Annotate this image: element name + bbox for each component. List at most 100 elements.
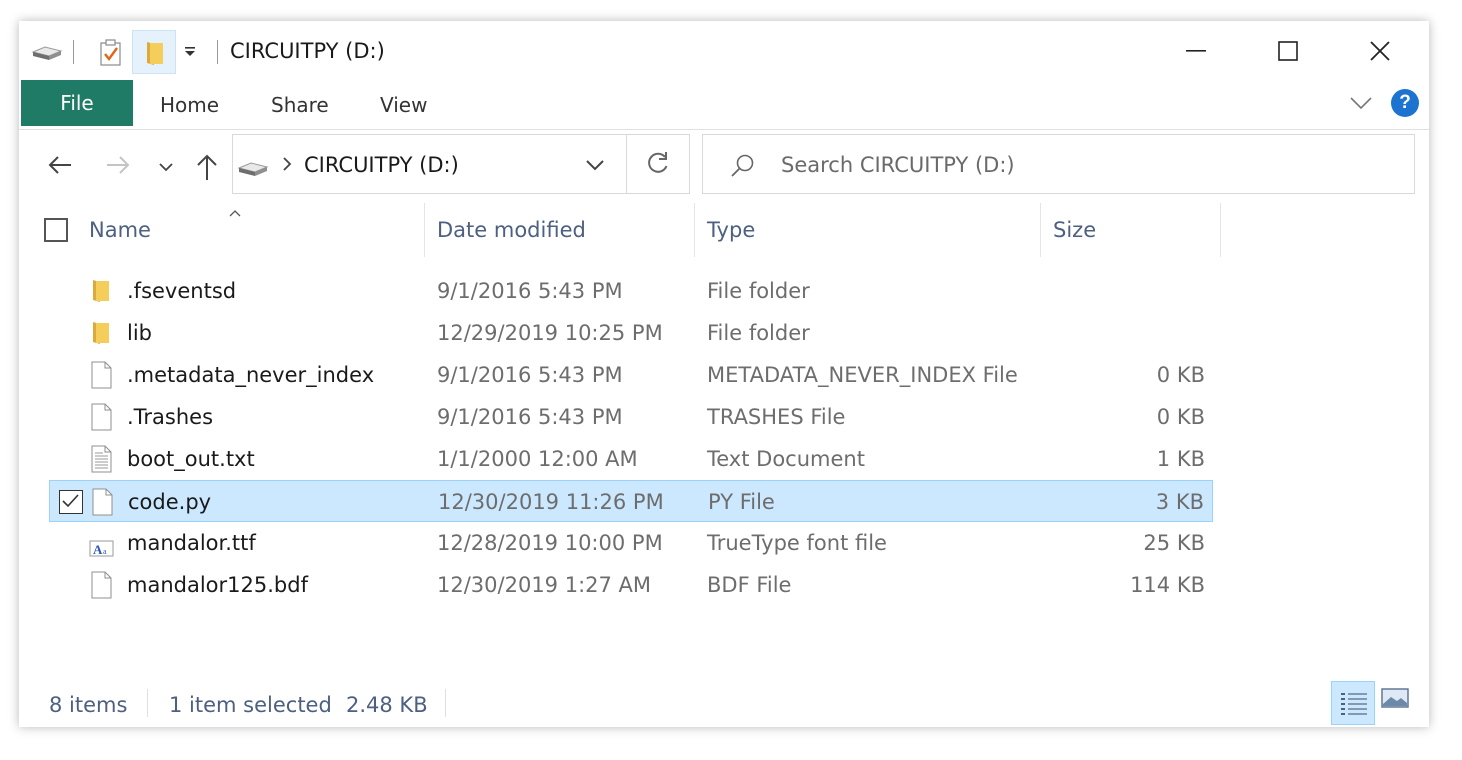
details-view-button[interactable] (1331, 681, 1375, 725)
column-divider[interactable] (1220, 203, 1221, 257)
file-name: .fseventsd (127, 279, 237, 303)
select-all-checkbox[interactable] (44, 218, 68, 242)
close-button[interactable] (1356, 33, 1402, 67)
up-arrow-icon[interactable] (195, 153, 219, 185)
file-icon (90, 488, 114, 520)
tab-share[interactable]: Share (271, 93, 329, 117)
file-size: 25 KB (1143, 531, 1205, 555)
file-icon (89, 571, 113, 603)
column-header-row: Name Date modified Type Size (19, 201, 1429, 259)
window-title: CIRCUITPY (D:) (230, 39, 385, 63)
row-checkbox[interactable] (59, 490, 83, 514)
file-size: 1 KB (1156, 447, 1205, 471)
column-divider[interactable] (1040, 203, 1041, 257)
large-icons-view-icon[interactable] (1381, 687, 1409, 713)
file-date-modified: 12/30/2019 11:26 PM (438, 490, 664, 514)
file-row[interactable]: lib 12/29/2019 10:25 PM File folder (49, 312, 1213, 354)
back-arrow-icon[interactable] (47, 155, 73, 179)
tab-home[interactable]: Home (160, 93, 219, 117)
file-type: METADATA_NEVER_INDEX File (707, 363, 1018, 387)
address-bar[interactable]: CIRCUITPY (D:) (232, 134, 690, 194)
qat-separator (73, 40, 74, 64)
help-button[interactable]: ? (1391, 89, 1419, 117)
status-bar: 8 items 1 item selected 2.48 KB (19, 681, 1429, 727)
search-icon (729, 153, 755, 183)
file-name: lib (127, 321, 152, 345)
column-header-size[interactable]: Size (1053, 218, 1096, 242)
column-header-name[interactable]: Name (89, 218, 151, 242)
file-row[interactable]: Aa mandalor.ttf 12/28/2019 10:00 PM True… (49, 522, 1213, 564)
font-file-icon: Aa (89, 529, 115, 561)
forward-arrow-icon[interactable] (105, 155, 131, 179)
status-divider (445, 689, 446, 717)
column-header-type[interactable]: Type (707, 218, 755, 242)
tab-view[interactable]: View (380, 93, 427, 117)
file-size: 0 KB (1156, 405, 1205, 429)
folder-icon (89, 277, 113, 309)
file-icon (89, 361, 113, 393)
recent-locations-chevron-icon[interactable] (158, 159, 174, 178)
drive-icon[interactable] (31, 43, 63, 67)
drive-icon (237, 159, 269, 183)
file-name: .Trashes (127, 405, 214, 429)
navigation-bar: CIRCUITPY (D:) (19, 133, 1429, 197)
minimize-button[interactable] (1172, 33, 1218, 67)
file-row[interactable]: boot_out.txt 1/1/2000 12:00 AM Text Docu… (49, 438, 1213, 480)
search-input[interactable] (781, 151, 1381, 179)
qat-separator (217, 40, 218, 64)
file-type: TRASHES File (707, 405, 846, 429)
refresh-button[interactable] (626, 134, 690, 194)
tab-file[interactable]: File (21, 80, 133, 126)
column-header-date-modified[interactable]: Date modified (437, 218, 586, 242)
explorer-window: CIRCUITPY (D:) File Home Share View ? CI… (19, 21, 1429, 727)
search-box[interactable] (702, 134, 1415, 194)
file-type: PY File (708, 490, 775, 514)
sort-ascending-icon (228, 203, 242, 222)
breadcrumb[interactable]: CIRCUITPY (D:) (304, 153, 459, 177)
file-icon (89, 403, 113, 435)
column-divider[interactable] (694, 203, 695, 257)
file-size: 3 KB (1155, 490, 1204, 514)
file-type: Text Document (707, 447, 865, 471)
file-row[interactable]: .fseventsd 9/1/2016 5:43 PM File folder (49, 270, 1213, 312)
folder-icon (89, 319, 113, 351)
file-name: .metadata_never_index (127, 363, 375, 387)
selection-size: 2.48 KB (346, 693, 428, 717)
file-date-modified: 9/1/2016 5:43 PM (437, 363, 623, 387)
file-date-modified: 9/1/2016 5:43 PM (437, 279, 623, 303)
new-folder-button[interactable] (132, 30, 176, 74)
breadcrumb-chevron-right-icon[interactable] (281, 155, 293, 177)
file-date-modified: 12/28/2019 10:00 PM (437, 531, 663, 555)
selection-count: 1 item selected (169, 693, 332, 717)
close-icon (1370, 41, 1390, 61)
maximize-button[interactable] (1264, 33, 1310, 67)
title-bar: CIRCUITPY (D:) (19, 21, 1429, 79)
file-type: File folder (707, 321, 810, 345)
file-date-modified: 9/1/2016 5:43 PM (437, 405, 623, 429)
properties-icon[interactable] (99, 39, 123, 71)
file-name: code.py (128, 490, 212, 514)
maximize-icon (1278, 41, 1298, 61)
svg-text:A: A (93, 542, 103, 557)
address-history-chevron-down-icon[interactable] (585, 157, 605, 176)
file-size: 114 KB (1130, 573, 1205, 597)
text-file-icon (89, 445, 113, 477)
details-view-icon (1341, 693, 1367, 715)
file-row[interactable]: mandalor125.bdf 12/30/2019 1:27 AM BDF F… (49, 564, 1213, 606)
file-row[interactable]: .Trashes 9/1/2016 5:43 PM TRASHES File 0… (49, 396, 1213, 438)
status-divider (147, 689, 148, 717)
file-name: boot_out.txt (127, 447, 255, 471)
ribbon-tabs: File Home Share View ? (19, 79, 1429, 130)
file-type: File folder (707, 279, 810, 303)
column-divider[interactable] (424, 203, 425, 257)
file-row-selected[interactable]: code.py 12/30/2019 11:26 PM PY File 3 KB (49, 480, 1213, 522)
file-name: mandalor125.bdf (127, 573, 308, 597)
file-row[interactable]: .metadata_never_index 9/1/2016 5:43 PM M… (49, 354, 1213, 396)
customize-toolbar-dropdown-icon[interactable] (182, 43, 198, 63)
refresh-icon (648, 152, 668, 173)
file-type: TrueType font file (707, 531, 887, 555)
item-count: 8 items (49, 693, 128, 717)
expand-ribbon-chevron-icon[interactable] (1349, 95, 1373, 115)
minimize-icon (1186, 50, 1206, 52)
file-date-modified: 1/1/2000 12:00 AM (437, 447, 638, 471)
